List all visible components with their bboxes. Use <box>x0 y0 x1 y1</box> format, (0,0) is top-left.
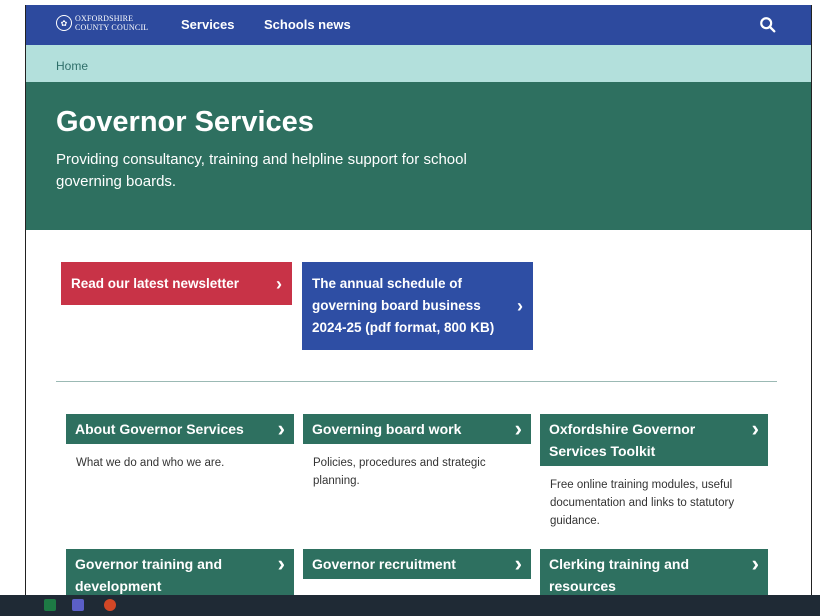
card-link-training[interactable]: Governor training and development › <box>66 549 294 595</box>
nav-link-schools-news[interactable]: Schools news <box>264 17 351 32</box>
annual-schedule-button-label: The annual schedule of governing board b… <box>312 276 495 335</box>
os-taskbar <box>0 595 820 616</box>
hero-banner: Governor Services Providing consultancy,… <box>26 82 811 230</box>
chevron-right-icon: › <box>277 551 285 576</box>
nav-link-services[interactable]: Services <box>181 17 235 32</box>
chevron-right-icon: › <box>517 296 523 316</box>
page-subtitle: Providing consultancy, training and help… <box>56 151 467 190</box>
card-title: Oxfordshire Governor Services Toolkit <box>549 421 696 459</box>
page-title: Governor Services <box>56 106 314 138</box>
card-title: Governing board work <box>312 421 462 437</box>
excel-icon[interactable] <box>44 599 56 611</box>
logo-text: OXFORDSHIRE COUNTY COUNCIL <box>75 14 148 32</box>
council-crest-icon: ✿ <box>56 15 72 31</box>
section-divider <box>56 381 777 382</box>
logo-line-1: OXFORDSHIRE <box>75 14 134 23</box>
search-icon[interactable] <box>759 16 777 34</box>
card-title: Governor training and development <box>75 556 223 594</box>
card-governor-recruitment: Governor recruitment › <box>303 549 531 579</box>
breadcrumb: Home <box>26 45 811 82</box>
chevron-right-icon: › <box>751 416 759 441</box>
breadcrumb-home-link[interactable]: Home <box>56 59 88 73</box>
card-title: Clerking training and resources <box>549 556 690 594</box>
council-logo[interactable]: ✿ OXFORDSHIRE COUNTY COUNCIL <box>56 14 148 32</box>
top-navigation: ✿ OXFORDSHIRE COUNTY COUNCIL Services Sc… <box>26 5 811 45</box>
card-about-governor-services: About Governor Services › What we do and… <box>66 414 294 472</box>
office-icon[interactable] <box>104 599 116 611</box>
call-to-action-group: Read our latest newsletter › The annual … <box>61 262 533 350</box>
newsletter-button[interactable]: Read our latest newsletter › <box>61 262 292 305</box>
screenshot-frame: ✿ OXFORDSHIRE COUNTY COUNCIL Services Sc… <box>0 0 820 616</box>
annual-schedule-button[interactable]: The annual schedule of governing board b… <box>302 262 533 350</box>
card-description: What we do and who we are. <box>76 457 225 469</box>
chevron-right-icon: › <box>751 551 759 576</box>
card-link-toolkit[interactable]: Oxfordshire Governor Services Toolkit › <box>540 414 768 466</box>
card-link-about[interactable]: About Governor Services › <box>66 414 294 444</box>
card-link-clerking[interactable]: Clerking training and resources › <box>540 549 768 595</box>
card-description: Free online training modules, useful doc… <box>550 479 735 527</box>
chevron-right-icon: › <box>514 551 522 576</box>
logo-line-2: COUNTY COUNCIL <box>75 23 149 32</box>
chevron-right-icon: › <box>514 416 522 441</box>
newsletter-button-label: Read our latest newsletter <box>71 275 240 291</box>
browser-page: ✿ OXFORDSHIRE COUNTY COUNCIL Services Sc… <box>25 5 812 595</box>
chevron-right-icon: › <box>276 273 282 294</box>
card-link-recruitment[interactable]: Governor recruitment › <box>303 549 531 579</box>
card-description: Policies, procedures and strategic plann… <box>313 457 486 487</box>
card-governor-toolkit: Oxfordshire Governor Services Toolkit › … <box>540 414 768 530</box>
card-governing-board-work: Governing board work › Policies, procedu… <box>303 414 531 490</box>
chevron-right-icon: › <box>277 416 285 441</box>
card-link-board-work[interactable]: Governing board work › <box>303 414 531 444</box>
card-clerking-training: Clerking training and resources › <box>540 549 768 595</box>
card-governor-training: Governor training and development › <box>66 549 294 595</box>
card-title: About Governor Services <box>75 421 244 437</box>
card-title: Governor recruitment <box>312 556 456 572</box>
teams-icon[interactable] <box>72 599 84 611</box>
